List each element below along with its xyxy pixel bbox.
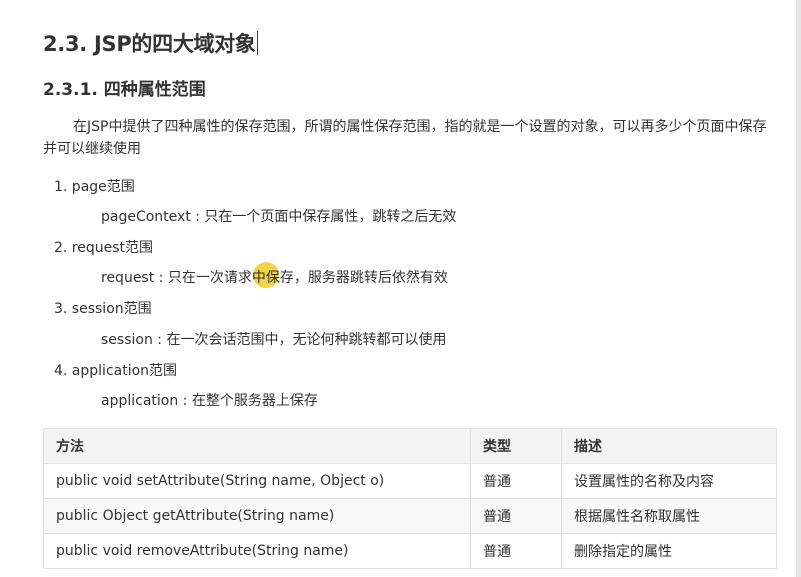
section-heading: 2.3. JSP的四大域对象: [43, 28, 258, 58]
table-cell-method: public Object getAttribute(String name): [43, 498, 471, 534]
text-cursor: [256, 31, 258, 55]
scope-desc-application: application : 在整个服务器上保存: [101, 393, 318, 409]
subsection-heading: 2.3.1. 四种属性范围: [43, 80, 206, 100]
table-cell-type: 普通: [470, 463, 562, 499]
scope-item-application: 4. application范围: [54, 363, 178, 379]
column-header-description: 描述: [561, 428, 777, 464]
table-cell-type: 普通: [470, 533, 562, 569]
section-heading-text: 2.3. JSP的四大域对象: [43, 32, 256, 56]
table-cell-description: 根据属性名称取属性: [561, 498, 777, 534]
table-row: public void setAttribute(String name, Ob…: [43, 463, 777, 499]
table-cell-description: 设置属性的名称及内容: [561, 463, 777, 499]
table-row: public Object getAttribute(String name) …: [43, 498, 777, 534]
table-row: public void removeAttribute(String name)…: [43, 533, 777, 569]
scope-desc-request-text: request : 只在一次请求中保存，服务器跳转后依然有效: [101, 270, 448, 286]
table-cell-method: public void setAttribute(String name, Ob…: [43, 463, 471, 499]
scope-item-request: 2. request范围: [54, 240, 154, 256]
scope-desc-session: session : 在一次会话范围中，无论何种跳转都可以使用: [101, 332, 447, 348]
table-cell-type: 普通: [470, 498, 562, 534]
column-header-method: 方法: [43, 428, 471, 464]
column-header-type: 类型: [470, 428, 562, 464]
methods-table: 方法 类型 描述 public void setAttribute(String…: [43, 428, 777, 569]
scope-desc-page: pageContext : 只在一个页面中保存属性，跳转之后无效: [101, 209, 457, 225]
table-cell-method: public void removeAttribute(String name): [43, 533, 471, 569]
table-header-row: 方法 类型 描述: [43, 428, 777, 464]
scope-desc-request: request : 只在一次请求中保存，服务器跳转后依然有效: [101, 267, 448, 287]
table-cell-description: 删除指定的属性: [561, 533, 777, 569]
scope-item-session: 3. session范围: [54, 301, 152, 317]
intro-paragraph: 在JSP中提供了四种属性的保存范围，所谓的属性保存范围，指的就是一个设置的对象，…: [43, 119, 767, 157]
scope-item-page: 1. page范围: [54, 179, 135, 195]
scrollbar-track[interactable]: [796, 0, 801, 577]
